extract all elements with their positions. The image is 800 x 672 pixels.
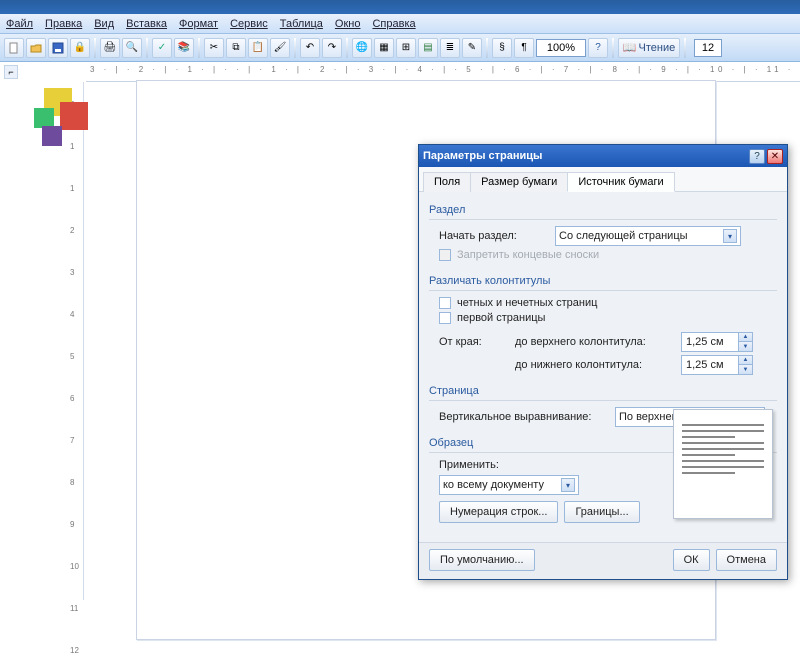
menu-insert[interactable]: Вставка	[124, 16, 169, 32]
first-page-checkbox[interactable]	[439, 312, 451, 324]
menu-edit[interactable]: Правка	[43, 16, 84, 32]
tables-borders-icon[interactable]: ▦	[374, 38, 394, 58]
default-button[interactable]: По умолчанию...	[429, 549, 535, 571]
header-distance-spinner[interactable]: 1,25 см ▲▼	[681, 332, 753, 352]
spellcheck-icon[interactable]: ✓	[152, 38, 172, 58]
hyperlink-icon[interactable]: 🌐	[352, 38, 372, 58]
show-marks-icon[interactable]: ¶	[514, 38, 534, 58]
excel-icon[interactable]: ▤	[418, 38, 438, 58]
insert-table-icon[interactable]: ⊞	[396, 38, 416, 58]
paste-icon[interactable]: 📋	[248, 38, 268, 58]
from-edge-label: От края:	[439, 336, 509, 348]
dialog-tabs: Поля Размер бумаги Источник бумаги	[419, 167, 787, 192]
borders-button[interactable]: Границы...	[564, 501, 639, 523]
ruler-row: ⌐ 3 · | · 2 · | · 1 · | · · | · 1 · | · …	[0, 62, 800, 82]
tab-paper-source[interactable]: Источник бумаги	[567, 172, 674, 192]
tab-paper-size[interactable]: Размер бумаги	[470, 172, 568, 192]
menu-view[interactable]: Вид	[92, 16, 116, 32]
save-icon[interactable]	[48, 38, 68, 58]
document-map-icon[interactable]: §	[492, 38, 512, 58]
dialog-title-bar[interactable]: Параметры страницы ? ✕	[419, 145, 787, 167]
drawing-icon[interactable]: ✎	[462, 38, 482, 58]
suppress-endnotes-checkbox	[439, 249, 451, 261]
footer-distance-label: до нижнего колонтитула:	[515, 359, 675, 371]
chevron-up-icon[interactable]: ▲	[738, 356, 752, 365]
columns-icon[interactable]: ≣	[440, 38, 460, 58]
slide-deco-icon	[34, 84, 94, 146]
tab-fields[interactable]: Поля	[423, 172, 471, 192]
page-setup-dialog: Параметры страницы ? ✕ Поля Размер бумаг…	[418, 144, 788, 580]
print-preview-icon[interactable]: 🔍	[122, 38, 142, 58]
zoom-combo[interactable]: 100%	[536, 39, 586, 57]
menu-tools[interactable]: Сервис	[228, 16, 270, 32]
apply-to-select[interactable]: ко всему документу▾	[439, 475, 579, 495]
footer-distance-spinner[interactable]: 1,25 см ▲▼	[681, 355, 753, 375]
apply-to-label: Применить:	[439, 459, 579, 471]
ok-button[interactable]: ОК	[673, 549, 710, 571]
help-button-icon[interactable]: ?	[749, 149, 765, 164]
open-icon[interactable]	[26, 38, 46, 58]
print-icon[interactable]: 🖨	[100, 38, 120, 58]
tab-selector-icon[interactable]: ⌐	[4, 65, 18, 79]
group-section: Раздел	[429, 204, 777, 216]
menu-table[interactable]: Таблица	[278, 16, 325, 32]
cancel-button[interactable]: Отмена	[716, 549, 777, 571]
font-size-combo[interactable]: 12	[694, 39, 722, 57]
redo-icon[interactable]: ↷	[322, 38, 342, 58]
menu-bar: Файл Правка Вид Вставка Формат Сервис Та…	[0, 14, 800, 34]
odd-even-label: четных и нечетных страниц	[457, 297, 597, 309]
chevron-up-icon[interactable]: ▲	[738, 333, 752, 342]
new-doc-icon[interactable]	[4, 38, 24, 58]
dialog-title: Параметры страницы	[423, 150, 542, 162]
format-painter-icon[interactable]: 🖌	[270, 38, 290, 58]
section-start-select[interactable]: Со следующей страницы▾	[555, 226, 741, 246]
group-page: Страница	[429, 385, 777, 397]
menu-window[interactable]: Окно	[333, 16, 363, 32]
valign-label: Вертикальное выравнивание:	[439, 411, 609, 423]
vertical-ruler[interactable]: 21123456789101112	[0, 82, 86, 600]
header-distance-label: до верхнего колонтитула:	[515, 336, 675, 348]
cut-icon[interactable]: ✂	[204, 38, 224, 58]
sample-preview	[673, 409, 773, 519]
permission-icon[interactable]: 🔒	[70, 38, 90, 58]
first-page-label: первой страницы	[457, 312, 545, 324]
title-bar	[0, 0, 800, 14]
help-icon[interactable]: ?	[588, 38, 608, 58]
menu-format[interactable]: Формат	[177, 16, 220, 32]
research-icon[interactable]: 📚	[174, 38, 194, 58]
line-numbers-button[interactable]: Нумерация строк...	[439, 501, 558, 523]
suppress-endnotes-label: Запретить концевые сноски	[457, 249, 599, 261]
group-headers: Различать колонтитулы	[429, 275, 777, 287]
chevron-down-icon[interactable]: ▼	[738, 342, 752, 351]
chevron-down-icon: ▾	[561, 478, 575, 492]
chevron-down-icon: ▾	[723, 229, 737, 243]
copy-icon[interactable]: ⧉	[226, 38, 246, 58]
toolbar: 🔒 🖨 🔍 ✓ 📚 ✂ ⧉ 📋 🖌 ↶ ↷ 🌐 ▦ ⊞ ▤ ≣ ✎ § ¶ 10…	[0, 34, 800, 62]
undo-icon[interactable]: ↶	[300, 38, 320, 58]
menu-help[interactable]: Справка	[370, 16, 417, 32]
horizontal-ruler[interactable]: 3 · | · 2 · | · 1 · | · · | · 1 · | · 2 …	[86, 62, 800, 81]
section-start-label: Начать раздел:	[439, 230, 549, 242]
chevron-down-icon[interactable]: ▼	[738, 365, 752, 374]
close-icon[interactable]: ✕	[767, 149, 783, 164]
odd-even-checkbox[interactable]	[439, 297, 451, 309]
read-mode-button[interactable]: 📖 Чтение	[618, 38, 680, 58]
menu-file[interactable]: Файл	[4, 16, 35, 32]
